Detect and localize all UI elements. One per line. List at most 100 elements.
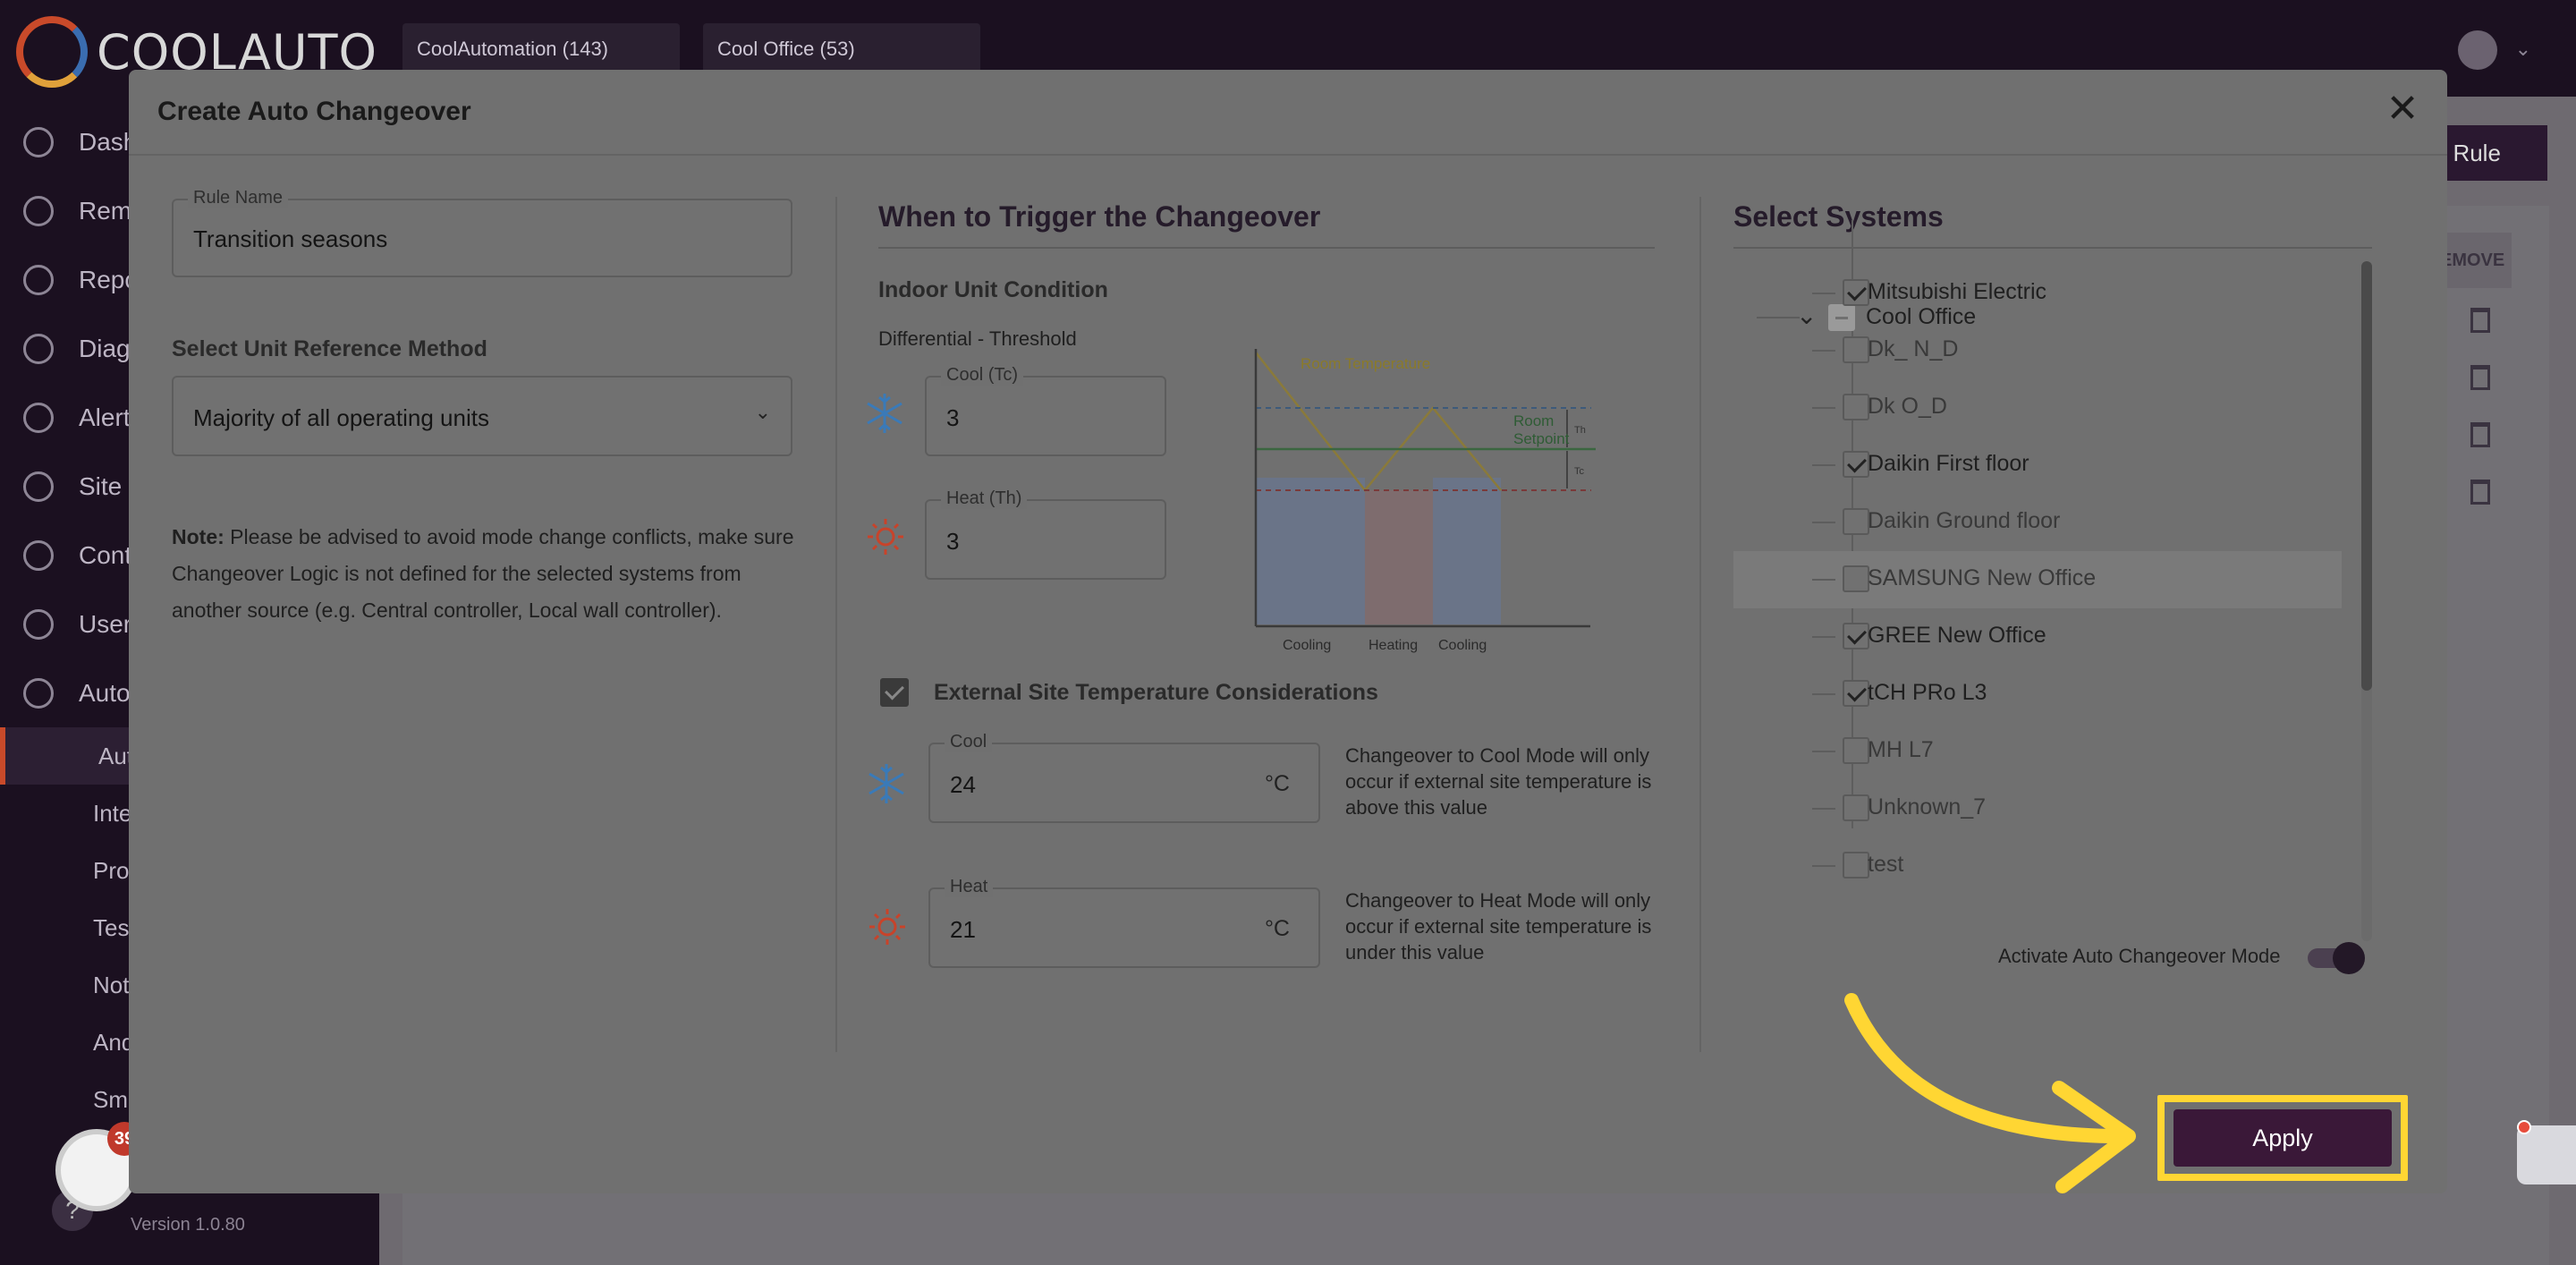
cool-tc-field[interactable]: Cool (Tc) 3 — [925, 365, 1166, 456]
avatar[interactable] — [2458, 30, 2497, 70]
site-select[interactable]: Cool Office (53) — [703, 23, 980, 73]
tutorial-arrow-icon — [1844, 993, 2136, 1193]
system-row[interactable]: Mitsubishi Electric — [1733, 265, 2342, 322]
dashboard-icon — [23, 126, 54, 157]
system-checkbox[interactable] — [1843, 737, 1869, 764]
reference-method-select[interactable]: Majority of all operating units ⌄ — [172, 376, 792, 456]
external-cool-label: Cool — [945, 732, 993, 752]
snowflake-icon — [869, 764, 904, 803]
trash-icon[interactable] — [2470, 308, 2490, 333]
reference-method-value: Majority of all operating units — [193, 404, 489, 431]
system-row[interactable]: Daikin First floor — [1733, 437, 2342, 494]
logo-icon — [16, 16, 88, 88]
chevron-down-icon[interactable]: ⌄ — [2515, 38, 2531, 61]
system-checkbox[interactable] — [1843, 508, 1869, 535]
heat-th-field[interactable]: Heat (Th) 3 — [925, 488, 1166, 580]
tree-line — [1812, 293, 1835, 294]
system-row[interactable]: GREE New Office — [1733, 608, 2342, 666]
sun-icon — [869, 909, 905, 945]
scrollbar[interactable] — [2361, 261, 2372, 941]
unit-celsius: °C — [1264, 771, 1290, 796]
x-label-cooling-1: Cooling — [1283, 638, 1331, 653]
th-label: Th — [1574, 425, 1586, 436]
room-setpoint-label-1: Room — [1513, 412, 1554, 429]
rule-name-label: Rule Name — [188, 188, 289, 208]
system-checkbox[interactable] — [1843, 279, 1869, 306]
method-label: Differential - Threshold — [878, 327, 1077, 350]
system-checkbox[interactable] — [1843, 451, 1869, 478]
user-icon — [23, 608, 54, 640]
system-label: Daikin Ground floor — [1868, 508, 2061, 533]
external-cool-description: Changeover to Cool Mode will only occur … — [1345, 744, 1652, 819]
system-label: SAMSUNG New Office — [1868, 565, 2097, 590]
system-label: Dk O_D — [1868, 394, 1947, 419]
system-row[interactable]: MH L7 — [1733, 723, 2342, 780]
diagnostics-icon — [23, 333, 54, 364]
close-icon[interactable]: ✕ — [2381, 89, 2424, 132]
external-heat-description: Changeover to Heat Mode will only occur … — [1345, 889, 1652, 964]
external-cool-value: 24 — [950, 771, 976, 798]
automation-icon — [23, 677, 54, 709]
gear-icon — [23, 539, 54, 571]
scrollbar-thumb[interactable] — [2361, 261, 2372, 691]
side-widget[interactable] — [2517, 1125, 2576, 1184]
rule-name-field[interactable]: Rule Name Transition seasons — [172, 188, 792, 277]
toggle-knob[interactable] — [2333, 942, 2365, 974]
heat-th-value: 3 — [946, 528, 960, 555]
building-icon — [23, 471, 54, 502]
system-row[interactable]: Dk_ N_D — [1733, 322, 2342, 379]
external-cool-field[interactable]: Cool 24 °C — [928, 732, 1320, 823]
external-heat-value: 21 — [950, 916, 976, 943]
trigger-heading: When to Trigger the Changeover — [878, 200, 1321, 233]
system-row[interactable]: Unknown_7 — [1733, 780, 2342, 837]
remove-column-header: EMOVE — [2440, 233, 2512, 288]
system-label: Daikin First floor — [1868, 451, 2029, 476]
column-divider — [835, 197, 837, 1052]
divider — [1733, 247, 2372, 249]
system-row[interactable]: SAMSUNG New Office — [1733, 551, 2342, 608]
system-checkbox[interactable] — [1843, 794, 1869, 821]
system-checkbox[interactable] — [1843, 394, 1869, 420]
system-checkbox[interactable] — [1843, 852, 1869, 879]
dialog-header: Create Auto Changeover ✕ — [129, 70, 2447, 156]
system-label: MH L7 — [1868, 737, 1934, 762]
heat-th-label: Heat (Th) — [941, 488, 1028, 509]
reference-method-heading: Select Unit Reference Method — [172, 336, 487, 361]
system-checkbox[interactable] — [1843, 565, 1869, 592]
trash-icon[interactable] — [2470, 365, 2490, 390]
room-setpoint-label-2: Setpoint — [1513, 430, 1570, 447]
note-text: Note: Please be advised to avoid mode ch… — [172, 525, 794, 622]
customer-select[interactable]: CoolAutomation (143) — [402, 23, 680, 73]
system-row[interactable]: test — [1733, 837, 2342, 895]
system-label: Mitsubishi Electric — [1868, 279, 2047, 304]
remote-icon — [23, 195, 54, 226]
tree-line — [1812, 808, 1835, 810]
trash-icon[interactable] — [2470, 480, 2490, 505]
system-checkbox[interactable] — [1843, 623, 1869, 649]
external-heat-field[interactable]: Heat 21 °C — [928, 877, 1320, 968]
indoor-condition-heading: Indoor Unit Condition — [878, 277, 1108, 302]
cool-tc-label: Cool (Tc) — [941, 365, 1024, 386]
system-checkbox[interactable] — [1843, 680, 1869, 707]
sun-icon — [868, 519, 903, 555]
system-label: Unknown_7 — [1868, 794, 1987, 819]
system-label: tCH PRo L3 — [1868, 680, 1987, 705]
chevron-down-icon: ⌄ — [754, 401, 771, 423]
system-checkbox[interactable] — [1843, 336, 1869, 363]
apply-button[interactable]: Apply — [2174, 1109, 2392, 1167]
tree-line — [1812, 693, 1835, 695]
external-heat-label: Heat — [945, 877, 994, 897]
system-row[interactable]: Dk O_D — [1733, 379, 2342, 437]
cool-tc-value: 3 — [946, 404, 960, 431]
trash-icon[interactable] — [2470, 422, 2490, 447]
divider — [878, 247, 1655, 249]
systems-tree: Mitsubishi Electric Dk_ N_D Dk O_D Daikin F… — [1733, 265, 2422, 1018]
tree-line — [1812, 464, 1835, 466]
threshold-diagram: Room Temperature Room Setpoint Th Tc Coo… — [1254, 349, 1596, 653]
system-row[interactable]: tCH PRo L3 — [1733, 666, 2342, 723]
reports-icon — [23, 264, 54, 295]
x-label-heating: Heating — [1368, 638, 1418, 653]
system-row[interactable]: Daikin Ground floor — [1733, 494, 2342, 551]
external-temp-checkbox[interactable] — [880, 678, 909, 707]
notification-dot — [2517, 1120, 2531, 1134]
